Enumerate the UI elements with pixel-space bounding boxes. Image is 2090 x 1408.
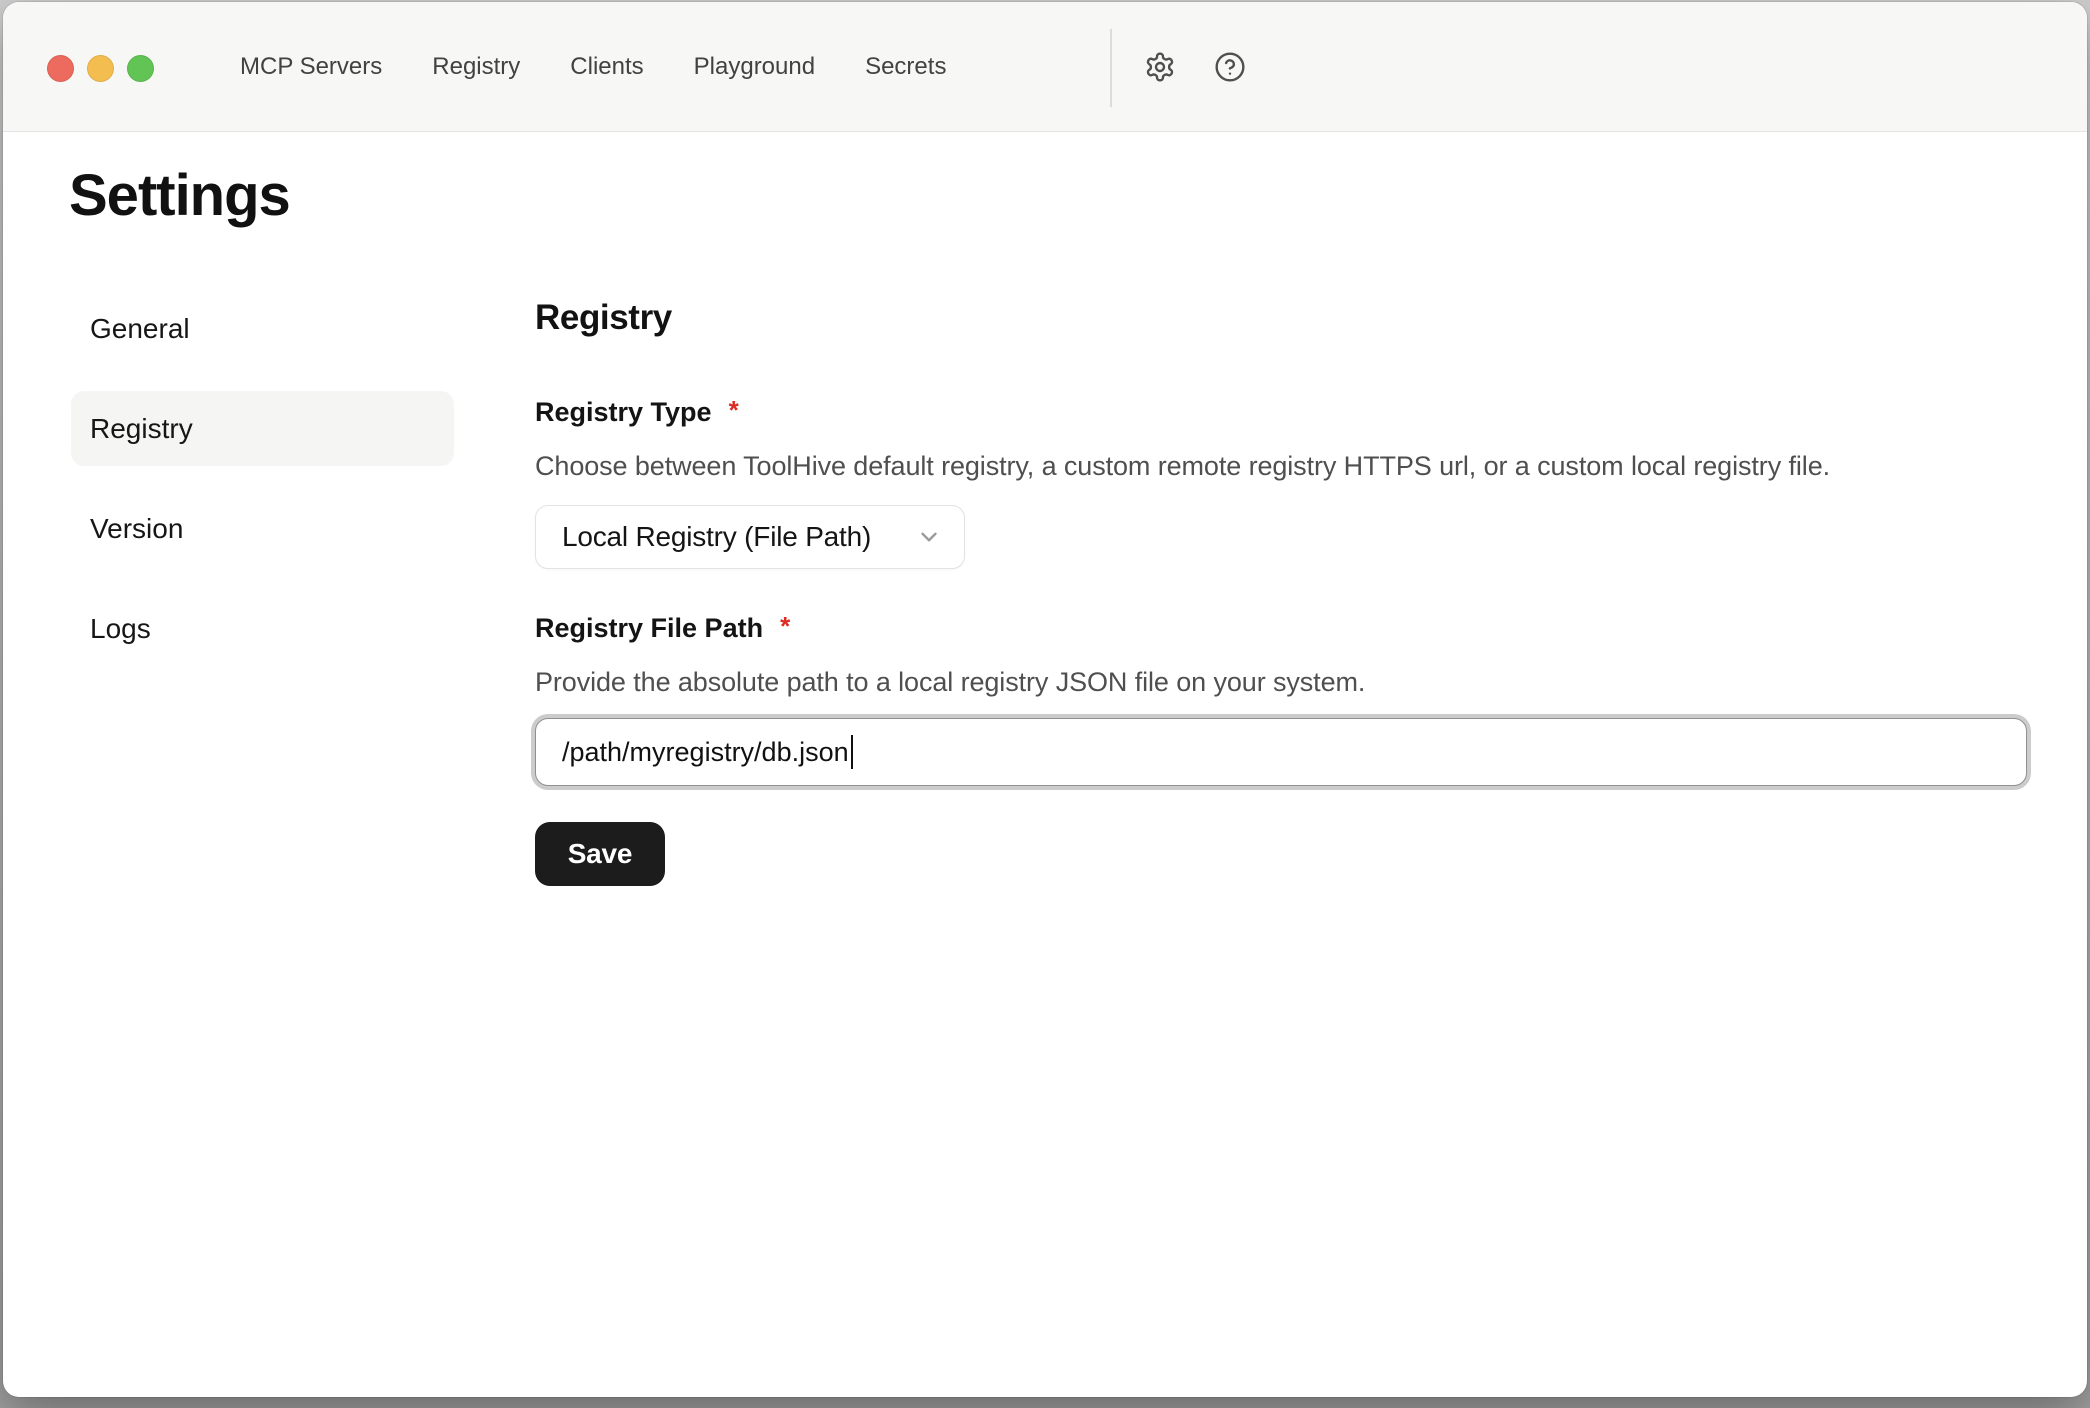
settings-button[interactable] [1143, 50, 1177, 84]
question-mark-circle-icon [1214, 51, 1246, 83]
titlebar-actions [1143, 2, 1247, 132]
zoom-window-button[interactable] [127, 55, 154, 82]
registry-type-label-row: Registry Type * [535, 395, 2027, 429]
sidebar-item-general[interactable]: General [71, 291, 454, 366]
registry-type-select[interactable]: Local Registry (File Path) [535, 505, 965, 569]
close-window-button[interactable] [47, 55, 74, 82]
nav-item-registry[interactable]: Registry [432, 53, 520, 81]
chevron-down-icon [916, 524, 942, 550]
gear-icon [1144, 51, 1176, 83]
required-asterisk: * [780, 611, 790, 641]
page-title: Settings [69, 162, 290, 229]
nav-item-playground[interactable]: Playground [694, 53, 815, 81]
nav-item-secrets[interactable]: Secrets [865, 53, 946, 81]
nav-item-mcp-servers[interactable]: MCP Servers [240, 53, 382, 81]
save-button[interactable]: Save [535, 822, 665, 886]
registry-type-description: Choose between ToolHive default registry… [535, 449, 2027, 483]
text-cursor [851, 735, 854, 769]
sidebar-item-version[interactable]: Version [71, 491, 454, 566]
app-window: MCP Servers Registry Clients Playground … [3, 2, 2087, 1397]
titlebar: MCP Servers Registry Clients Playground … [3, 2, 2087, 132]
section-title: Registry [535, 296, 2027, 339]
registry-file-path-input[interactable]: /path/myregistry/db.json [535, 718, 2027, 786]
registry-file-path-description: Provide the absolute path to a local reg… [535, 665, 2027, 699]
top-nav: MCP Servers Registry Clients Playground … [240, 2, 946, 132]
registry-file-path-label-row: Registry File Path * [535, 611, 2027, 645]
registry-type-selected-value: Local Registry (File Path) [562, 521, 916, 553]
nav-item-clients[interactable]: Clients [570, 53, 643, 81]
minimize-window-button[interactable] [87, 55, 114, 82]
settings-sidebar: General Registry Version Logs [71, 291, 454, 666]
sidebar-item-registry[interactable]: Registry [71, 391, 454, 466]
required-asterisk: * [729, 395, 739, 425]
sidebar-item-logs[interactable]: Logs [71, 591, 454, 666]
help-button[interactable] [1213, 50, 1247, 84]
titlebar-divider [1110, 29, 1112, 107]
settings-main-panel: Registry Registry Type * Choose between … [535, 291, 2027, 886]
registry-file-path-label: Registry File Path [535, 611, 763, 645]
traffic-lights [47, 55, 154, 82]
registry-file-path-value: /path/myregistry/db.json [562, 737, 849, 768]
registry-type-label: Registry Type [535, 395, 712, 429]
